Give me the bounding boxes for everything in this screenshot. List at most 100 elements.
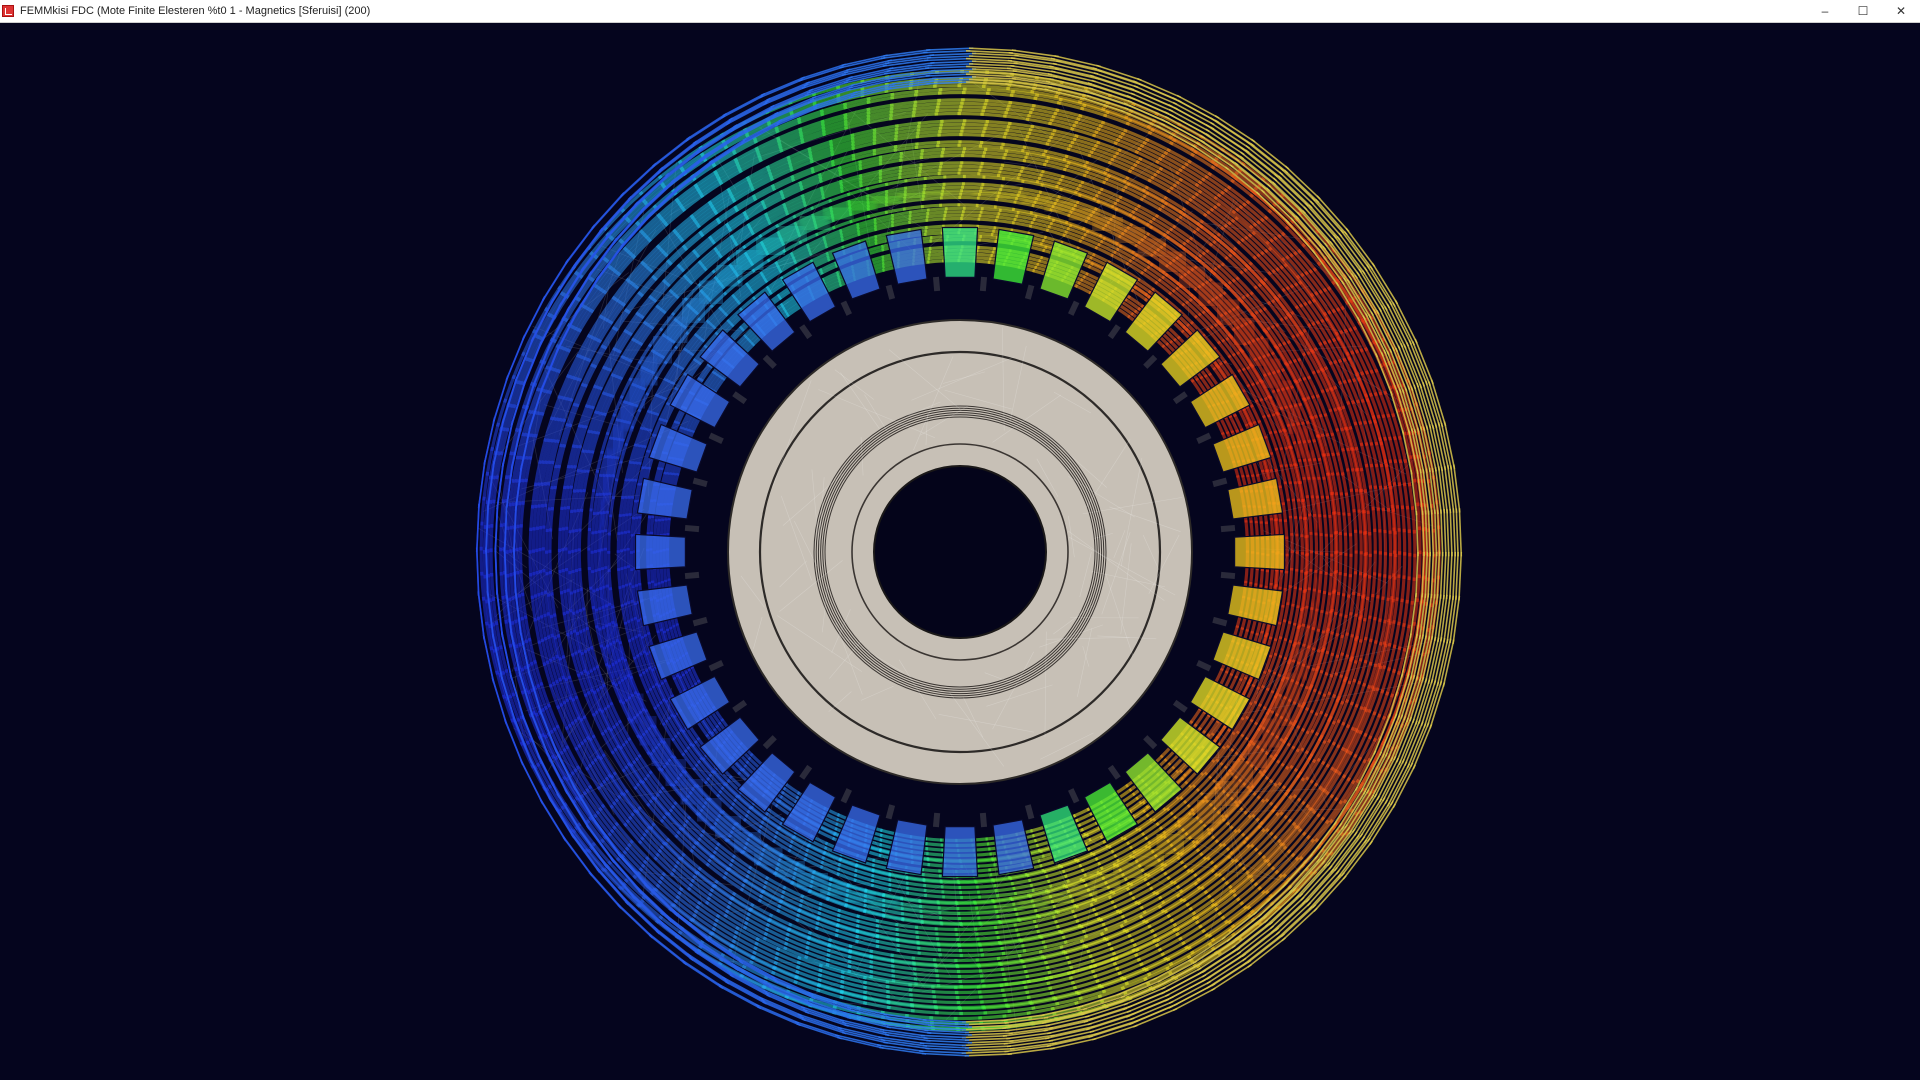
flux-line-segment [977,962,1003,968]
flux-line-segment [529,504,535,532]
flux-line-segment [646,515,652,535]
flux-line-segment [931,985,958,990]
flux-line-segment [544,550,549,576]
flux-line-segment [1371,506,1377,533]
flux-line-segment [976,983,1004,989]
flux-line-segment [958,140,984,145]
flux-line-segment [975,858,995,863]
flux-line-segment [1373,595,1380,621]
flux-line-segment [1400,575,1406,603]
flux-line-segment [960,101,988,106]
flux-line-segment [890,964,917,971]
flux-line-segment [935,105,963,109]
flux-line-segment [980,112,1007,118]
flux-line-segment [1244,565,1249,584]
flux-line-segment [983,102,1011,108]
flux-line-segment [544,528,549,554]
flux-line-segment [961,122,988,127]
flux-line-segment [1410,577,1416,605]
flux-line-segment [1378,551,1382,577]
maximize-button[interactable]: ☐ [1844,0,1882,22]
flux-line-segment [531,549,536,576]
flux-line-segment [1402,552,1407,579]
close-button[interactable]: ✕ [1882,0,1920,22]
flux-line-segment [934,111,961,116]
title-bar: FEMMkisi FDC (Mote Finite Elesteren %t0 … [0,0,1920,23]
flux-line-segment [936,143,961,148]
flux-line-segment [535,548,539,575]
flux-line-segment [548,506,555,532]
flux-density-plot[interactable] [0,24,1920,1080]
flux-line-segment [1407,552,1412,581]
flux-line-segment [1383,529,1388,556]
flux-line-segment [535,570,541,597]
flux-line-segment [954,990,982,995]
flux-line-segment [1000,985,1028,992]
flux-line-segment [913,102,941,108]
flux-line-segment [1395,505,1401,532]
flux-line-segment [1259,568,1264,588]
flux-line-segment [1002,990,1030,997]
flux-line-segment [1367,553,1372,579]
flux-line-segment [538,569,544,596]
flux-line-segment [885,984,913,992]
flux-line-segment [1392,527,1397,554]
flux-line-segment [1397,598,1404,626]
flux-line-segment [1373,618,1382,644]
flux-line-segment [954,958,979,963]
flux-line-segment [509,572,515,601]
flux-line-segment [909,998,937,1004]
flux-line-segment [890,953,916,960]
flux-line-segment [542,503,548,529]
flux-line-segment [1378,529,1383,555]
flux-line-segment [956,969,983,974]
flux-line-segment [535,504,541,530]
flux-line-segment [531,527,536,553]
flux-line-segment [1392,550,1397,577]
flux-line-segment [909,993,937,999]
flux-line-segment [981,977,1007,983]
flux-line-segment [1249,520,1254,539]
flux-line-segment [1368,616,1377,643]
flux-line-segment [1023,965,1050,974]
flux-line-segment [1402,482,1410,510]
flux-line-segment [999,980,1027,988]
flux-line-segment [1372,550,1377,576]
flux-line-segment [916,129,942,135]
flux-line-segment [653,567,658,586]
flux-line-segment [1363,596,1370,622]
flux-line-segment [975,956,1001,962]
flux-line-segment [937,132,963,137]
flux-line-segment [528,527,533,554]
flux-line-segment [912,108,939,115]
app-icon[interactable] [2,5,14,17]
flux-line-segment [931,990,959,995]
flux-line-segment [649,515,655,535]
flux-line-segment [924,837,943,842]
flux-line-segment [978,967,1005,973]
flux-line-segment [959,105,987,110]
flux-line-segment [978,238,998,244]
flux-line-segment [1386,507,1392,534]
flux-line-segment [1366,575,1372,601]
field-plot-viewport[interactable] [0,24,1920,1080]
flux-line-segment [1376,507,1382,533]
flux-line-segment [983,126,1009,132]
flux-line-segment [548,570,554,596]
flux-line-segment [1368,532,1372,557]
minimize-button[interactable]: – [1806,0,1844,22]
flux-line-segment [954,985,981,990]
flux-line-segment [936,979,963,984]
flux-line-segment [979,972,1006,978]
flux-line-segment [508,525,513,553]
flux-line-segment [515,547,520,575]
flux-line-segment [1366,510,1372,536]
flux-line-segment [961,126,987,131]
flux-line-segment [1254,567,1259,586]
flux-line-segment [981,133,1007,139]
flux-line-segment [915,140,941,146]
flux-line-segment [516,501,522,529]
flux-line-segment [1381,574,1387,600]
flux-line-segment [515,524,520,552]
flux-line-segment [917,123,943,129]
